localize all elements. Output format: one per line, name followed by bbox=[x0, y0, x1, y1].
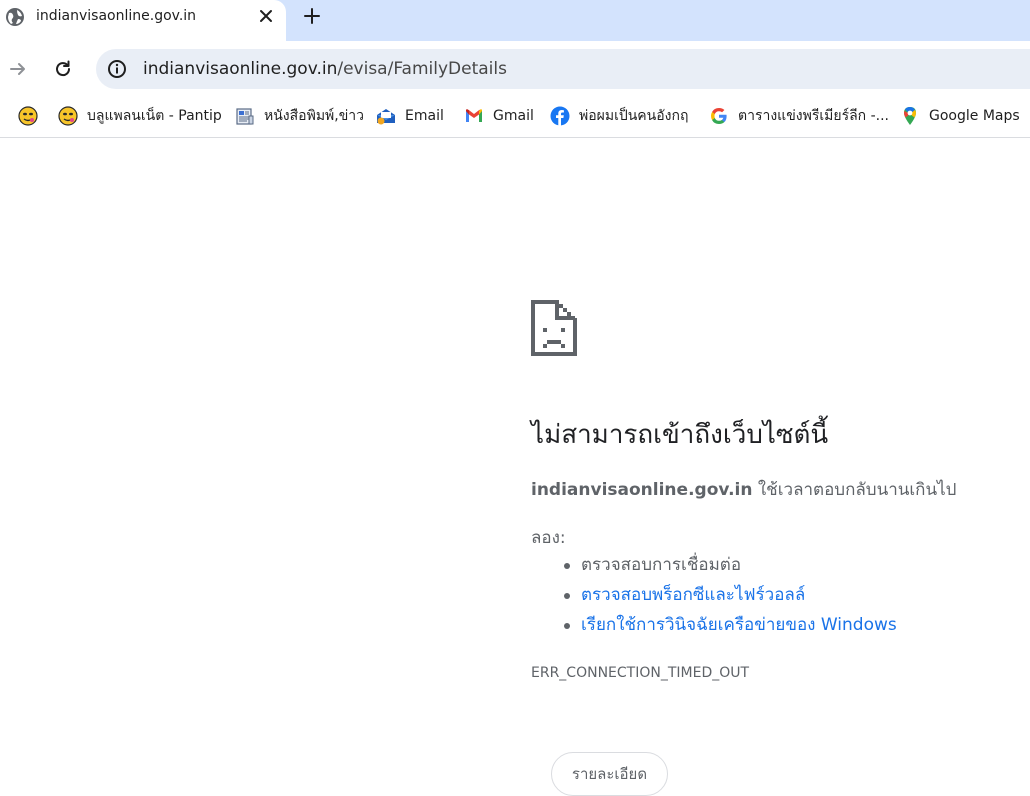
suggestion-item: เรียกใช้การวินิจฉัยเครือข่ายของ Windows bbox=[564, 613, 897, 643]
tab-strip: indianvisaonline.gov.in bbox=[0, 0, 1030, 41]
url-host: indianvisaonline.gov.in bbox=[143, 59, 338, 79]
emoji-face-icon bbox=[18, 106, 38, 126]
emoji-face-icon bbox=[58, 106, 78, 126]
tab-active[interactable]: indianvisaonline.gov.in bbox=[0, 0, 286, 41]
error-code: ERR_CONNECTION_TIMED_OUT bbox=[531, 665, 750, 681]
bookmark-label: พ่อผมเป็นคนอังกฤ bbox=[579, 108, 689, 124]
bookmarks-bar: บลูแพลนเน็ต - Pantip หนังสือพิมพ์,ข่าว E… bbox=[0, 97, 1030, 138]
bookmark-label: หนังสือพิมพ์,ข่าว bbox=[264, 108, 365, 124]
facebook-icon bbox=[550, 106, 570, 126]
suggestion-item: ตรวจสอบการเชื่อมต่อ bbox=[564, 553, 897, 583]
bookmark-email[interactable]: Email bbox=[376, 105, 444, 127]
details-button[interactable]: รายละเอียด bbox=[551, 752, 668, 796]
bookmark-label: บลูแพลนเน็ต - Pantip bbox=[87, 108, 222, 124]
browser-toolbar: indianvisaonline.gov.in/evisa/FamilyDeta… bbox=[0, 41, 1030, 97]
google-icon bbox=[711, 108, 727, 124]
error-title: ไม่สามารถเข้าถึงเว็บไซต์นี้ bbox=[531, 420, 829, 450]
bookmark-google-maps[interactable]: Google Maps bbox=[900, 105, 1020, 127]
url-path: /evisa/FamilyDetails bbox=[337, 59, 507, 79]
google-maps-icon bbox=[904, 107, 916, 125]
tab-title: indianvisaonline.gov.in bbox=[36, 8, 197, 24]
bookmark-facebook[interactable]: พ่อผมเป็นคนอังกฤ bbox=[550, 105, 688, 127]
url-text[interactable]: indianvisaonline.gov.in/evisa/FamilyDeta… bbox=[143, 59, 507, 79]
reload-icon[interactable] bbox=[53, 59, 73, 79]
address-bar[interactable]: indianvisaonline.gov.in/evisa/FamilyDeta… bbox=[96, 49, 1030, 89]
error-host: indianvisaonline.gov.in bbox=[531, 480, 753, 500]
error-description: indianvisaonline.gov.in ใช้เวลาตอบกลับนา… bbox=[531, 476, 956, 503]
bookmark-label: Email bbox=[405, 108, 444, 124]
close-icon[interactable] bbox=[257, 7, 275, 25]
mail-app-icon bbox=[377, 109, 395, 125]
suggestion-item: ตรวจสอบพร็อกซีและไฟร์วอลล์ bbox=[564, 583, 897, 613]
bookmark-newspaper[interactable]: หนังสือพิมพ์,ข่าว bbox=[235, 105, 364, 127]
bookmark-gmail[interactable]: Gmail bbox=[464, 105, 534, 127]
globe-icon bbox=[5, 7, 25, 27]
try-label: ลอง: bbox=[531, 528, 566, 548]
sad-page-icon bbox=[531, 300, 577, 356]
info-icon[interactable] bbox=[107, 59, 127, 79]
plus-icon[interactable] bbox=[302, 6, 322, 26]
suggestion-check-connection: ตรวจสอบการเชื่อมต่อ bbox=[581, 555, 742, 575]
gmail-icon bbox=[466, 109, 482, 122]
arrow-forward-icon[interactable] bbox=[8, 59, 28, 79]
bookmark-label: Gmail bbox=[493, 108, 534, 124]
bookmark-item[interactable] bbox=[18, 105, 38, 127]
bookmark-premier-league[interactable]: ตารางแข่งพรีเมียร์ลีก -... bbox=[709, 105, 889, 127]
suggestion-run-diagnostics-link[interactable]: เรียกใช้การวินิจฉัยเครือข่ายของ Windows bbox=[581, 615, 897, 635]
suggestions-list: ตรวจสอบการเชื่อมต่อ ตรวจสอบพร็อกซีและไฟร… bbox=[531, 553, 897, 643]
bookmark-pantip[interactable]: บลูแพลนเน็ต - Pantip bbox=[58, 105, 222, 127]
newspaper-icon bbox=[236, 108, 254, 125]
bookmark-label: Google Maps bbox=[929, 108, 1020, 124]
error-message: ใช้เวลาตอบกลับนานเกินไป bbox=[752, 480, 957, 500]
bookmark-label: ตารางแข่งพรีเมียร์ลีก -... bbox=[738, 108, 889, 124]
suggestion-check-proxy-link[interactable]: ตรวจสอบพร็อกซีและไฟร์วอลล์ bbox=[581, 585, 805, 605]
